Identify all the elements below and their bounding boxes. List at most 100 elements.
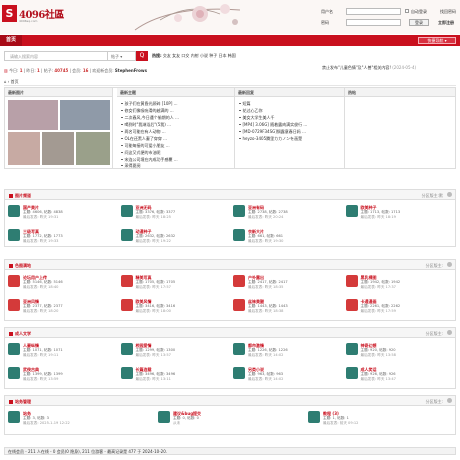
topic-link[interactable]: OL在还黑人妻了穿穿 ...: [121, 136, 167, 142]
forum-last-post[interactable]: 最后发表: 昨天 13:47: [361, 377, 396, 382]
image-thumb[interactable]: [60, 100, 110, 130]
image-thumb[interactable]: [42, 132, 74, 165]
forum-item[interactable]: 建议&bug提交 主题: 0, 帖数: 0 从未: [155, 408, 305, 428]
forum-last-post[interactable]: 最后发表: 昨天 19:33: [23, 239, 58, 244]
auto-login-checkbox[interactable]: [405, 9, 409, 13]
reply-link[interactable]: 短篇: [239, 101, 251, 107]
forum-icon[interactable]: [120, 343, 133, 355]
forum-icon[interactable]: [8, 299, 20, 311]
forum-icon[interactable]: [8, 343, 20, 355]
topic-link[interactable]: 孩子们在黄昏光顾碎 [10P] ...: [121, 101, 177, 107]
announcement-text[interactable]: 禁止发布"儿童色情"及"人兽"相关内容!: [322, 65, 391, 70]
forum-item[interactable]: 教程 (3) 主题: 1, 帖数: 1 最后发表: 前天 09:12: [305, 408, 455, 428]
collapse-icon[interactable]: [447, 192, 452, 197]
breadcrumb[interactable]: ⌂ › 首页: [4, 79, 456, 86]
section-title[interactable]: 站务管理: [9, 399, 31, 405]
forum-icon[interactable]: [8, 411, 20, 423]
forum-icon[interactable]: [233, 275, 245, 287]
topic-link[interactable]: 采得夏阅: [121, 163, 141, 169]
forum-last-post[interactable]: 最后发表: 昨天 14:02: [248, 353, 283, 358]
forum-last-post[interactable]: 最后发表: 昨天 13:11: [136, 377, 171, 382]
forum-icon[interactable]: [8, 205, 20, 217]
search-icon[interactable]: Q: [136, 51, 148, 61]
forum-item[interactable]: 丝袜美腿 主题: 1443, 帖数: 1443 最后发表: 昨天 18:38: [230, 296, 343, 316]
topic-link[interactable]: 修女们像吸吮滑的越满的 ...: [121, 108, 174, 114]
forum-last-post[interactable]: 最后发表: 昨天 18:20: [23, 309, 58, 314]
forum-last-post[interactable]: 从未: [173, 421, 180, 426]
forum-icon[interactable]: [308, 411, 320, 423]
forum-last-post[interactable]: 最后发表: 昨天 19:31: [23, 215, 58, 220]
forum-icon[interactable]: [120, 205, 133, 217]
forum-last-post[interactable]: 最后发表: 昨天 18:35: [248, 285, 283, 290]
forum-item[interactable]: 神奇幻想 主题: 920, 帖数: 920 最后发表: 昨天 13:58: [343, 340, 456, 360]
forum-icon[interactable]: [8, 275, 20, 287]
reply-link[interactable]: 花过心乙你: [239, 108, 263, 114]
section-title[interactable]: 色图满地: [9, 263, 31, 269]
forum-item[interactable]: 校园爱情 主题: 1299, 帖数: 1300 最后发表: 昨天 13:57: [118, 340, 231, 360]
logo-icon[interactable]: S: [2, 5, 17, 22]
password-input[interactable]: [346, 19, 401, 26]
forum-icon[interactable]: [120, 367, 133, 379]
forum-item[interactable]: 都市激情 主题: 1226, 帖数: 1226 最后发表: 昨天 14:02: [230, 340, 343, 360]
topic-link[interactable]: 可能每接的可爱小朋友 ...: [121, 143, 170, 149]
forum-icon[interactable]: [345, 205, 358, 217]
forum-last-post[interactable]: 最后发表: 昨天 13:57: [136, 353, 171, 358]
forum-last-post[interactable]: 最后发表: 昨天 19:22: [136, 239, 171, 244]
forum-last-post[interactable]: 最后发表: 昨天 18:25: [136, 215, 171, 220]
forum-icon[interactable]: [120, 299, 133, 311]
forum-item[interactable]: 亚洲有码 主题: 2738, 帖数: 2738 最后发表: 昨天 20:24: [230, 202, 343, 222]
forum-last-post[interactable]: 最后发表: 昨天 13:58: [361, 353, 396, 358]
forum-icon[interactable]: [345, 343, 358, 355]
forum-icon[interactable]: [233, 299, 245, 311]
image-thumb[interactable]: [8, 132, 40, 165]
topic-link[interactable]: 两名可能在有人动物 ...: [121, 129, 166, 135]
retrieve-password-link[interactable]: 找回密码: [440, 9, 456, 15]
forum-item[interactable]: 衣新大片 主题: 661, 帖数: 661 最后发表: 昨天 19:30: [230, 226, 343, 246]
forum-last-post[interactable]: 最后发表: 昨天 18:38: [248, 309, 283, 314]
collapse-icon[interactable]: [447, 330, 452, 335]
forum-item[interactable]: 动漫种子 主题: 2632, 帖数: 2632 最后发表: 昨天 19:22: [118, 226, 231, 246]
hot-search-terms[interactable]: 交友 女友 口交 内射 小说 种子 日本 韩国: [163, 53, 236, 58]
forum-icon[interactable]: [345, 275, 358, 287]
forum-item[interactable]: 人妻纵情 主题: 1071, 帖数: 1071 最后发表: 昨天 19:11: [5, 340, 118, 360]
forum-item[interactable]: 另类小说 主题: 963, 帖数: 963 最后发表: 昨天 14:02: [230, 364, 343, 384]
topic-link[interactable]: 喝到时"我淋浴后"(5我) ...: [121, 122, 171, 128]
forum-last-post[interactable]: 最后发表: 昨天 18:40: [23, 285, 58, 290]
forum-item[interactable]: 站务 主题: 3, 帖数: 3 最后发表: 2025-1-19 12:22: [5, 408, 155, 428]
forum-item[interactable]: 成人笑话 主题: 926, 帖数: 926 最后发表: 昨天 13:47: [343, 364, 456, 384]
reply-link[interactable]: 美女大学生美人千: [239, 115, 275, 121]
forum-icon[interactable]: [345, 367, 358, 379]
forum-icon[interactable]: [345, 299, 358, 311]
forum-icon[interactable]: [8, 367, 20, 379]
forum-item[interactable]: 欧美种子 主题: 1713, 帖数: 1713 最后发表: 昨天 18:19: [343, 202, 456, 222]
reply-link[interactable]: [MD-0729F34SG]锅露意春日妈 ...: [239, 129, 306, 135]
reply-link[interactable]: [MP4] 3.06G] 随着露肉满实俊行 ...: [239, 122, 307, 128]
reply-link[interactable]: heyzo-3405腾里カカノンを画楚: [239, 136, 302, 142]
quick-nav-button[interactable]: 快捷导航 ▾: [418, 37, 456, 44]
forum-item[interactable]: 论坛用户上传 主题: 5146, 帖数: 5146 最后发表: 昨天 18:40: [5, 272, 118, 292]
username-input[interactable]: [346, 8, 401, 15]
topic-link[interactable]: 问这又式便的市油呢: [121, 150, 161, 156]
search-input[interactable]: 请输入搜索内容: [4, 51, 108, 61]
forum-last-post[interactable]: 最后发表: 昨天 19:11: [23, 353, 58, 358]
section-title[interactable]: 成人文学: [9, 331, 31, 337]
forum-icon[interactable]: [120, 229, 133, 241]
forum-icon[interactable]: [233, 205, 245, 217]
forum-icon[interactable]: [8, 229, 20, 241]
announcement[interactable]: 禁止发布"儿童色情"及"人兽"相关内容! (2024-05-4): [322, 65, 416, 71]
forum-icon[interactable]: [233, 343, 245, 355]
forum-item[interactable]: 欧美风情 主题: 3416, 帖数: 3416 最后发表: 昨天 18:00: [118, 296, 231, 316]
forum-last-post[interactable]: 最后发表: 前天 09:12: [323, 421, 358, 426]
forum-icon[interactable]: [158, 411, 170, 423]
forum-icon[interactable]: [233, 367, 245, 379]
forum-last-post[interactable]: 最后发表: 昨天 13:59: [23, 377, 58, 382]
forum-last-post[interactable]: 最后发表: 昨天 19:30: [248, 239, 283, 244]
collapse-icon[interactable]: [447, 262, 452, 267]
nav-home[interactable]: 首页: [0, 35, 22, 46]
section-title[interactable]: 图片频道: [9, 193, 31, 199]
forum-last-post[interactable]: 最后发表: 昨天 14:02: [248, 377, 283, 382]
forum-item[interactable]: 三级写真 主题: 1772, 帖数: 1773 最后发表: 昨天 19:33: [5, 226, 118, 246]
forum-item[interactable]: 武侠古典 主题: 1399, 帖数: 1399 最后发表: 昨天 13:59: [5, 364, 118, 384]
image-thumb[interactable]: [8, 100, 58, 130]
collapse-icon[interactable]: [447, 398, 452, 403]
